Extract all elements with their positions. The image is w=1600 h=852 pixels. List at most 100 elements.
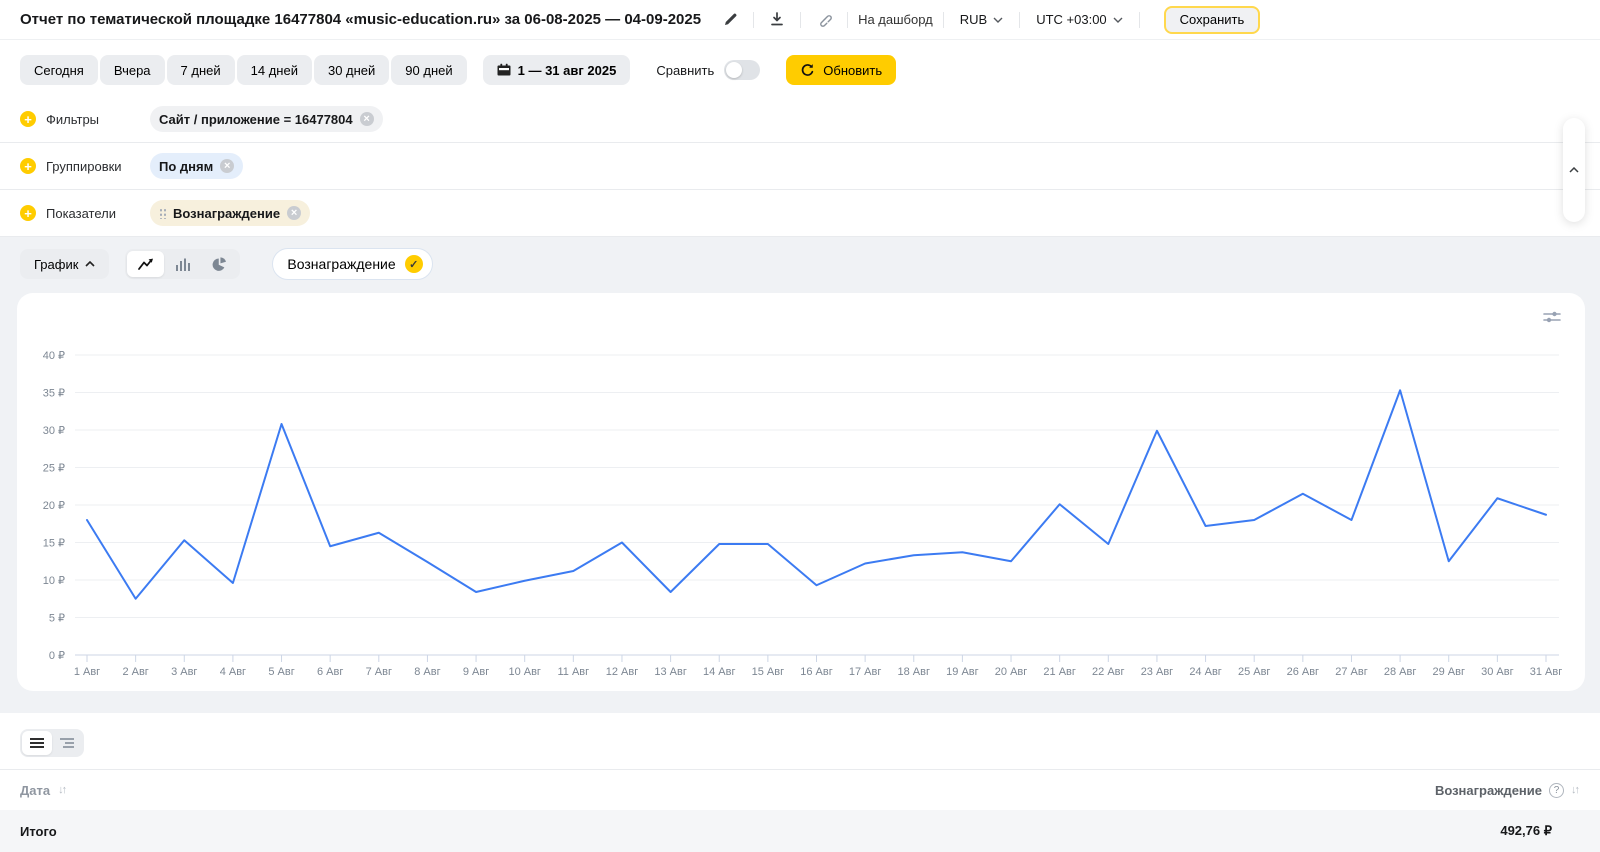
svg-text:17 Авг: 17 Авг [849,666,881,678]
svg-text:4 Авг: 4 Авг [220,666,246,678]
currency-select[interactable]: RUB [954,11,1009,28]
preset-7-days[interactable]: 7 дней [166,55,235,85]
metric-selector-label: Вознаграждение [287,256,396,272]
grouping-chip-label: По дням [159,158,214,174]
date-header-label: Дата [20,782,51,798]
sort-icon[interactable]: ↓↑ [1571,784,1580,796]
date-preset-group: Сегодня Вчера 7 дней 14 дней 30 дней 90 … [20,55,467,85]
refresh-button[interactable]: Обновить [786,55,897,85]
svg-text:3 Авг: 3 Авг [171,666,197,678]
svg-text:1 Авг: 1 Авг [74,666,100,678]
svg-text:20 ₽: 20 ₽ [43,500,65,512]
compare-toggle[interactable] [724,60,761,80]
svg-text:15 Авг: 15 Авг [752,666,784,678]
chevron-down-icon [993,17,1003,23]
svg-text:40 ₽: 40 ₽ [43,350,65,362]
table-section: Дата ↓↑ Вознаграждение ? ↓↑ Итого 492,76… [0,729,1600,852]
date-range-button[interactable]: 1 — 31 авг 2025 [482,55,631,85]
filters-row: + Фильтры Сайт / приложение = 16477804 × [0,96,1600,143]
svg-text:8 Авг: 8 Авг [414,666,440,678]
grouping-chip[interactable]: По дням × [150,153,244,179]
svg-text:18 Авг: 18 Авг [898,666,930,678]
svg-text:23 Авг: 23 Авг [1141,666,1173,678]
metric-chip[interactable]: Вознаграждение × [150,200,311,226]
chart-view-dropdown[interactable]: График [20,249,110,279]
metric-selector-pill[interactable]: Вознаграждение ✓ [272,248,433,280]
add-grouping-button[interactable]: + [20,158,36,174]
svg-text:35 ₽: 35 ₽ [43,388,65,400]
chevron-down-icon [1113,17,1123,23]
chart-settings-icon[interactable] [1543,310,1561,324]
divider [1019,11,1021,28]
timezone-select[interactable]: UTC +03:00 [1030,11,1128,28]
svg-text:6 Авг: 6 Авг [317,666,343,678]
filter-chip-label: Сайт / приложение = 16477804 [159,111,353,127]
svg-text:5 Авг: 5 Авг [268,666,294,678]
save-button[interactable]: Сохранить [1163,5,1261,34]
chevron-up-icon [85,261,95,267]
chart-section: График Вознаграждение ✓ 0 ₽ 5 ₽ 10 ₽ 15 … [0,237,1600,713]
divider [847,11,849,28]
filter-chip[interactable]: Сайт / приложение = 16477804 × [150,106,383,132]
remove-grouping-icon[interactable]: × [220,159,235,173]
table-view-switcher [20,729,84,757]
link-icon[interactable] [811,7,837,33]
svg-text:0 ₽: 0 ₽ [49,650,65,662]
svg-text:19 Авг: 19 Авг [946,666,978,678]
add-filter-button[interactable]: + [20,111,36,127]
metric-column-header[interactable]: Вознаграждение ? ↓↑ [1435,782,1580,798]
preset-yesterday[interactable]: Вчера [99,55,165,85]
bar-chart-icon[interactable] [164,251,201,277]
calendar-icon [497,63,511,76]
svg-text:29 Авг: 29 Авг [1432,666,1464,678]
svg-text:2 Авг: 2 Авг [122,666,148,678]
preset-30-days[interactable]: 30 дней [313,55,390,85]
preset-today[interactable]: Сегодня [20,55,98,85]
svg-text:25 ₽: 25 ₽ [43,463,65,475]
sort-icon[interactable]: ↓↑ [58,784,67,796]
svg-text:25 Авг: 25 Авг [1238,666,1270,678]
edit-icon[interactable] [717,7,743,33]
total-value: 492,76 ₽ [1500,823,1552,838]
preset-90-days[interactable]: 90 дней [391,55,467,85]
svg-text:7 Авг: 7 Авг [366,666,392,678]
help-icon[interactable]: ? [1549,782,1564,798]
svg-text:30 ₽: 30 ₽ [43,425,65,437]
download-icon[interactable] [764,7,790,33]
line-chart-icon[interactable] [127,251,165,277]
svg-text:10 Авг: 10 Авг [508,666,540,678]
refresh-label: Обновить [823,62,883,78]
svg-text:20 Авг: 20 Авг [995,666,1027,678]
total-label: Итого [20,823,57,839]
collapse-panel-button[interactable] [1563,118,1585,222]
divider [753,11,755,28]
flat-list-icon[interactable] [22,731,52,755]
tree-list-icon[interactable] [52,731,82,755]
remove-filter-icon[interactable]: × [359,112,374,126]
check-icon: ✓ [404,255,423,273]
timezone-value: UTC +03:00 [1036,12,1107,27]
date-column-header[interactable]: Дата ↓↑ [20,782,67,798]
svg-text:16 Авг: 16 Авг [800,666,832,678]
svg-text:14 Авг: 14 Авг [703,666,735,678]
svg-text:26 Авг: 26 Авг [1287,666,1319,678]
remove-metric-icon[interactable]: × [287,206,302,220]
add-metric-button[interactable]: + [20,205,36,221]
svg-text:22 Авг: 22 Авг [1092,666,1124,678]
page-title: Отчет по тематической площадке 16477804 … [20,11,702,28]
preset-14-days[interactable]: 14 дней [236,55,312,85]
refresh-icon [802,63,814,76]
chart-view-label: График [34,256,79,272]
currency-value: RUB [959,12,988,27]
svg-text:27 Авг: 27 Авг [1335,666,1367,678]
svg-text:31 Авг: 31 Авг [1530,666,1562,678]
svg-text:15 ₽: 15 ₽ [43,538,65,550]
pie-chart-icon[interactable] [201,251,238,277]
svg-text:24 Авг: 24 Авг [1189,666,1221,678]
chart-controls: График Вознаграждение ✓ [0,248,1600,280]
revenue-line-chart[interactable]: 0 ₽ 5 ₽ 10 ₽ 15 ₽ 20 ₽ 25 ₽ 30 ₽ 35 ₽ 40 ₽ 1 Авг 2… [17,293,1585,691]
drag-handle-icon[interactable] [159,207,166,219]
chevron-up-icon [1569,167,1579,173]
dashboard-link[interactable]: На дашборд [858,12,933,27]
metrics-row: + Показатели Вознаграждение × [0,190,1600,237]
